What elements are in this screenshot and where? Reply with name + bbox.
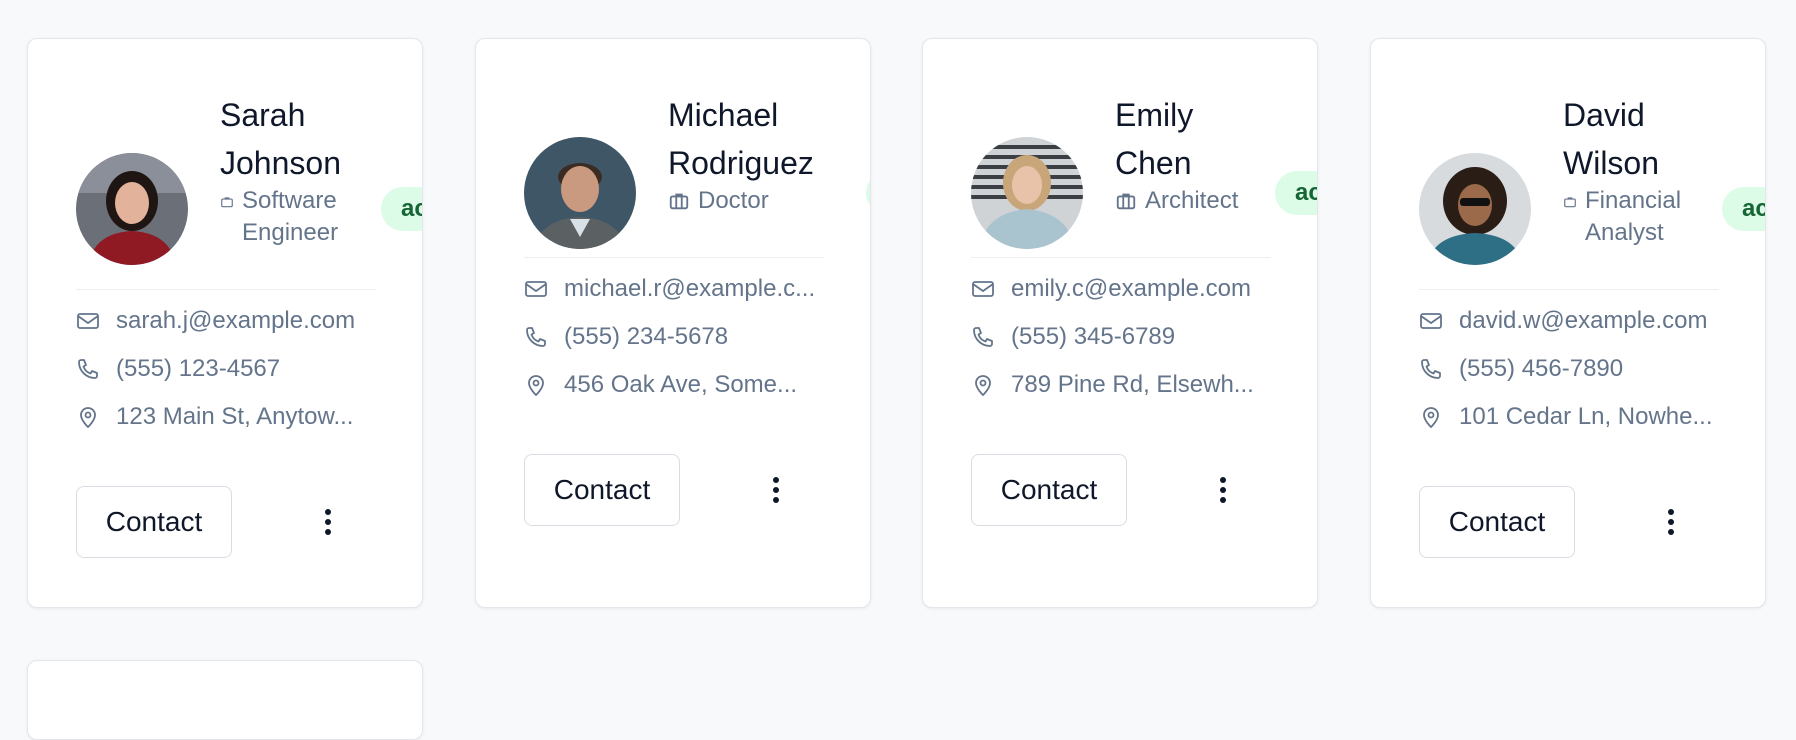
phone-row[interactable]: (555) 234-5678 [524,313,834,361]
email-value[interactable]: david.w@example.com [1459,307,1707,335]
address-row: 101 Cedar Ln, Nowhe... [1419,393,1729,441]
map-pin-icon [975,375,991,397]
briefcase-icon [221,197,233,208]
address-row: 123 Main St, Anytow... [76,393,386,441]
more-vertical-icon [1220,477,1226,503]
contact-button[interactable]: Contact [1419,486,1575,558]
more-options-button[interactable] [756,470,796,510]
contact-info: emily.c@example.com (555) 345-6789 789 P… [971,265,1281,409]
phone-icon [78,359,98,379]
phone-icon [526,327,546,347]
contact-button[interactable]: Contact [76,486,232,558]
contact-card: Emily Chen Architect active emily.c@exam… [922,38,1318,608]
address-value: 101 Cedar Ln, Nowhe... [1459,403,1713,430]
contact-header: Emily Chen Architect active [971,91,1317,291]
map-pin-icon [80,407,96,429]
briefcase-icon [1564,197,1576,208]
mail-icon [972,281,994,297]
email-value[interactable]: emily.c@example.com [1011,275,1251,303]
email-row[interactable]: emily.c@example.com [971,265,1281,313]
email-row[interactable]: michael.r@example.c... [524,265,834,313]
contact-info: sarah.j@example.com (555) 123-4567 123 M… [76,297,386,441]
contact-name: Sarah Johnson [220,97,341,181]
phone-row[interactable]: (555) 345-6789 [971,313,1281,361]
mail-icon [1420,313,1442,329]
divider [1419,289,1719,290]
contact-info: david.w@example.com (555) 456-7890 101 C… [1419,297,1729,441]
contact-name: Emily Chen [1115,97,1194,181]
avatar [971,137,1083,249]
email-value[interactable]: michael.r@example.c... [564,275,815,303]
contact-button[interactable]: Contact [971,454,1127,526]
address-value: 789 Pine Rd, Elsewh... [1011,371,1254,398]
phone-value[interactable]: (555) 234-5678 [564,323,728,351]
more-vertical-icon [773,477,779,503]
more-vertical-icon [325,509,331,535]
mail-icon [525,281,547,297]
more-options-button[interactable] [1651,502,1691,542]
contact-card: Sarah Johnson Software Engineer active s… [27,38,423,608]
contact-role: Software Engineer [220,185,338,249]
map-pin-icon [528,375,544,397]
address-value: 456 Oak Ave, Some... [564,371,798,398]
more-vertical-icon [1668,509,1674,535]
divider [971,257,1271,258]
contact-button[interactable]: Contact [524,454,680,526]
contact-card [27,660,423,740]
phone-value[interactable]: (555) 345-6789 [1011,323,1175,351]
contact-header: Michael Rodriguez Doctor active [524,91,870,291]
avatar [1419,153,1531,265]
briefcase-icon [1116,193,1136,210]
mail-icon [77,313,99,329]
map-pin-icon [1423,407,1439,429]
divider [76,289,376,290]
contact-card: Michael Rodriguez Doctor active michael.… [475,38,871,608]
contact-info: michael.r@example.c... (555) 234-5678 45… [524,265,834,409]
email-row[interactable]: sarah.j@example.com [76,297,386,345]
contact-name: David Wilson [1563,97,1660,181]
avatar [76,153,188,265]
email-row[interactable]: david.w@example.com [1419,297,1729,345]
contact-name: Michael Rodriguez [668,97,814,181]
address-row: 456 Oak Ave, Some... [524,361,834,409]
avatar [524,137,636,249]
phone-value[interactable]: (555) 456-7890 [1459,355,1623,383]
contact-role: Doctor [668,185,769,217]
contact-header: David Wilson Financial Analyst active [1419,91,1765,291]
more-options-button[interactable] [308,502,348,542]
address-value: 123 Main St, Anytow... [116,403,354,430]
briefcase-icon [669,193,689,210]
phone-icon [973,327,993,347]
phone-row[interactable]: (555) 123-4567 [76,345,386,393]
divider [524,257,824,258]
phone-row[interactable]: (555) 456-7890 [1419,345,1729,393]
status-badge: active [1722,187,1765,231]
phone-value[interactable]: (555) 123-4567 [116,355,280,383]
status-badge: active [1275,171,1317,215]
status-badge: active [381,187,422,231]
address-row: 789 Pine Rd, Elsewh... [971,361,1281,409]
contact-header: Sarah Johnson Software Engineer active [76,91,422,291]
contact-role: Financial Analyst [1563,185,1681,249]
phone-icon [1421,359,1441,379]
email-value[interactable]: sarah.j@example.com [116,307,355,335]
more-options-button[interactable] [1203,470,1243,510]
contact-role: Architect [1115,185,1238,217]
contact-card: David Wilson Financial Analyst active da… [1370,38,1766,608]
